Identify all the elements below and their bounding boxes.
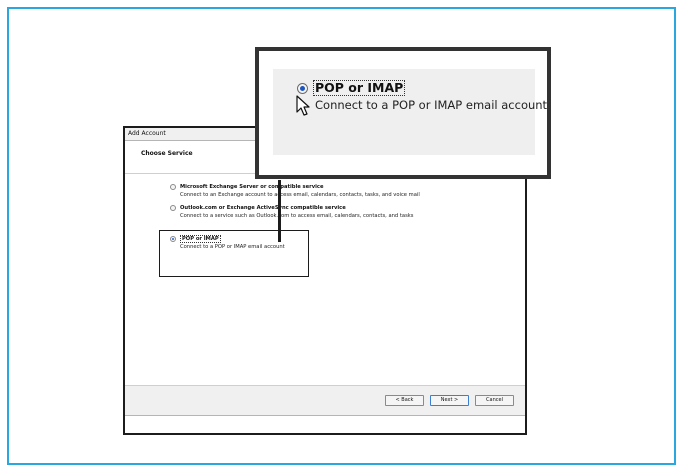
option-pop-imap-label[interactable]: POP or IMAP [180, 235, 221, 243]
radio-button-icon[interactable] [170, 184, 176, 190]
callout-connector-line [278, 180, 281, 242]
option-outlook-com[interactable]: Outlook.com or Exchange ActiveSync compa… [170, 204, 414, 220]
next-button[interactable]: Next > [430, 395, 469, 406]
option-outlook-com-label[interactable]: Outlook.com or Exchange ActiveSync compa… [180, 205, 346, 211]
option-outlook-com-description: Connect to a service such as Outlook.com… [180, 213, 414, 219]
callout-pop-imap-description: Connect to a POP or IMAP email account [315, 98, 548, 112]
radio-button-icon[interactable] [170, 205, 176, 211]
option-exchange-description: Connect to an Exchange account to access… [180, 192, 420, 198]
dialog-content: Microsoft Exchange Server or compatible … [125, 174, 525, 385]
callout-pop-imap-label: POP or IMAP [313, 80, 406, 96]
option-exchange-label[interactable]: Microsoft Exchange Server or compatible … [180, 184, 323, 190]
radio-button-icon[interactable] [170, 236, 176, 242]
dialog-bottom-strip [125, 415, 525, 433]
option-pop-imap-description: Connect to a POP or IMAP email account [180, 244, 285, 250]
radio-button-icon [297, 83, 308, 94]
option-exchange[interactable]: Microsoft Exchange Server or compatible … [170, 183, 420, 199]
back-button[interactable]: < Back [385, 395, 424, 406]
zoom-callout-content: POP or IMAP Connect to a POP or IMAP ema… [273, 69, 547, 155]
cancel-button[interactable]: Cancel [475, 395, 514, 406]
dialog-footer: < Back Next > Cancel [125, 385, 525, 415]
mouse-pointer-icon [296, 95, 310, 116]
option-pop-imap[interactable]: POP or IMAP Connect to a POP or IMAP ema… [170, 235, 285, 251]
zoom-callout: POP or IMAP Connect to a POP or IMAP ema… [255, 47, 551, 179]
